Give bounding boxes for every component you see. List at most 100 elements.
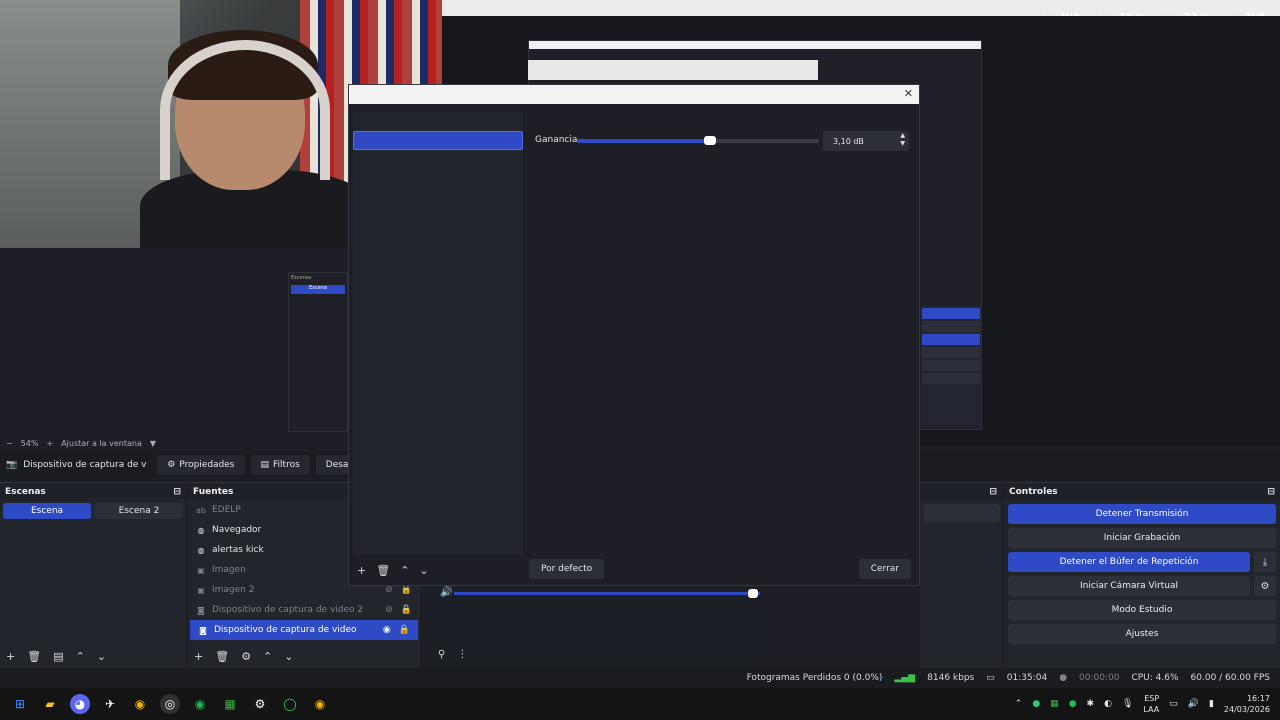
scenes-header: Escenas ⊟ [0, 483, 186, 500]
tray-app-icon[interactable]: ✱ [1087, 699, 1095, 709]
eye-icon[interactable]: ◉ [383, 625, 391, 635]
cpu-usage: CPU: 4.6% [1131, 673, 1179, 683]
stop-stream-button[interactable]: Detener Transmisión [1008, 504, 1276, 524]
nested-control-item [922, 373, 980, 384]
tray-app-icon[interactable]: ◐ [1104, 699, 1112, 709]
spin-down-icon[interactable]: ▼ [900, 140, 905, 148]
fps-status: 60.00 / 60.00 FPS [1190, 673, 1270, 683]
add-icon[interactable]: + [194, 650, 203, 663]
speaker-icon[interactable]: 🔊 [440, 587, 452, 598]
gear-icon[interactable]: ⚙ [1254, 576, 1276, 596]
spotify-icon[interactable]: ◉ [190, 694, 210, 714]
scene-item[interactable]: Escena 2 [95, 503, 183, 519]
stop-replay-button[interactable]: Detener el Búfer de Repetición [1008, 552, 1250, 572]
tray-app-icon[interactable]: ● [1069, 699, 1077, 709]
chrome-profile-icon[interactable]: ◉ [310, 694, 330, 714]
gain-slider-thumb[interactable] [704, 136, 717, 145]
file-explorer-icon[interactable]: ▰ [40, 694, 60, 714]
zoom-in-button[interactable]: + [46, 439, 53, 448]
add-icon[interactable]: + [357, 564, 366, 577]
source-item[interactable]: ◙ Dispositivo de captura de video 2 ⊘ 🔒 [188, 600, 420, 620]
trash-icon[interactable]: 🗑 [27, 650, 41, 663]
close-icon[interactable]: ✕ [904, 87, 913, 100]
obs-icon[interactable]: ◎ [160, 694, 180, 714]
default-button[interactable]: Por defecto [529, 559, 605, 579]
trash-icon[interactable]: 🗑 [215, 650, 229, 663]
chevron-down-icon[interactable]: ▼ [150, 439, 156, 448]
gain-slider[interactable] [577, 136, 819, 145]
sources-toolbar: + 🗑 ⚙ ⌃ ⌄ [188, 648, 294, 664]
close-button[interactable]: Cerrar [858, 559, 911, 579]
steam-icon[interactable]: ✈ [100, 694, 120, 714]
audio-mixer: 🔊 ⚲ ⋮ [430, 580, 766, 668]
save-replay-icon[interactable]: ⤓ [1254, 552, 1276, 572]
clock[interactable]: 16:17 24/03/2026 [1224, 693, 1270, 715]
lock-icon[interactable]: 🔒 [401, 585, 412, 595]
trash-icon[interactable]: 🗑 [376, 564, 390, 577]
nested-control-item [922, 321, 980, 332]
add-icon[interactable]: + [6, 650, 15, 663]
source-item-selected[interactable]: ◙ Dispositivo de captura de video ◉ 🔒 [190, 620, 418, 640]
scenes-toolbar: + 🗑 ▤ ⌃ ⌄ [0, 648, 106, 664]
nested-control-item [922, 347, 980, 358]
filter-icon[interactable]: ▤ [53, 650, 63, 663]
chevron-down-icon[interactable]: ⌄ [97, 650, 106, 663]
settings-app-icon[interactable]: ⚙ [250, 694, 270, 714]
status-bar: Fotogramas Perdidos 0 (0.0%) ▂▄▆ 8146 kb… [0, 668, 1280, 688]
volume-slider-thumb[interactable] [748, 589, 758, 598]
controls-header: Controles ⊟ [1004, 483, 1280, 500]
discord-icon[interactable]: ◕ [70, 694, 90, 714]
whatsapp-icon[interactable]: ◯ [280, 694, 300, 714]
filter-item-selected[interactable] [353, 131, 523, 150]
dock-menu-icon[interactable]: ⊟ [173, 487, 181, 497]
gain-spinbox[interactable]: 3,10 dB ▲ ▼ [823, 131, 909, 151]
link-icon[interactable]: ⚲ [438, 649, 445, 660]
minecraft-icon[interactable]: ▦ [220, 694, 240, 714]
transition-select[interactable] [924, 504, 1000, 522]
scene-item[interactable]: Escena [3, 503, 91, 519]
dock-menu-icon[interactable]: ⊟ [989, 487, 997, 497]
more-icon[interactable]: ⋮ [457, 649, 467, 660]
gear-icon: ⚙ [167, 460, 176, 470]
camera-icon: ◙ [199, 625, 207, 635]
filter-list [353, 111, 523, 555]
settings-button[interactable]: Ajustes [1008, 624, 1276, 644]
chevron-up-icon[interactable]: ⌃ [400, 564, 409, 577]
spin-up-icon[interactable]: ▲ [900, 132, 905, 140]
chevron-down-icon[interactable]: ⌄ [419, 564, 428, 577]
text-icon: ab [196, 505, 206, 515]
properties-button[interactable]: ⚙ Propiedades [157, 455, 245, 475]
start-vcam-button[interactable]: Iniciar Cámara Virtual [1008, 576, 1250, 596]
battery-icon[interactable]: ▮ [1209, 699, 1214, 709]
chevron-up-icon[interactable]: ⌃ [1015, 699, 1023, 709]
fit-window-button[interactable]: Ajustar a la ventana [61, 439, 142, 448]
chevron-up-icon[interactable]: ⌃ [76, 650, 85, 663]
windows-start-icon[interactable]: ⊞ [10, 694, 30, 714]
mini-scene-item: Escena [291, 285, 345, 294]
chrome-icon[interactable]: ◉ [130, 694, 150, 714]
network-icon[interactable]: ▭ [1169, 699, 1178, 709]
gear-icon[interactable]: ⚙ [241, 650, 251, 663]
volume-slider-track[interactable] [454, 592, 760, 595]
tray-app-icon[interactable]: ▦ [1050, 699, 1059, 709]
chevron-down-icon[interactable]: ⌄ [284, 650, 293, 663]
nested-scenes-mini: Escenas Escena [288, 272, 348, 432]
studio-mode-button[interactable]: Modo Estudio [1008, 600, 1276, 620]
chevron-up-icon[interactable]: ⌃ [263, 650, 272, 663]
gain-label: Ganancia [535, 135, 578, 145]
microphone-icon[interactable]: 🎙 [1122, 699, 1133, 709]
lock-icon[interactable]: 🔒 [399, 625, 410, 635]
eye-off-icon[interactable]: ⊘ [385, 585, 393, 595]
nested-preview-window-2 [528, 60, 818, 80]
lock-icon[interactable]: 🔒 [401, 605, 412, 615]
dock-menu-icon[interactable]: ⊟ [1267, 487, 1275, 497]
keyboard-language[interactable]: ESP LAA [1143, 693, 1159, 715]
zoom-out-button[interactable]: − [6, 439, 13, 448]
filters-dialog: ✕ Ganancia 3,10 dB ▲ ▼ + 🗑 ⌃ ⌄ Por defect… [348, 84, 920, 586]
volume-icon[interactable]: 🔊 [1188, 699, 1199, 709]
start-record-button[interactable]: Iniciar Grabación [1008, 528, 1276, 548]
eye-off-icon[interactable]: ⊘ [385, 605, 393, 615]
tray-app-icon[interactable]: ● [1032, 699, 1040, 709]
stream-time: 01:35:04 [1006, 673, 1048, 683]
filters-button[interactable]: ▤ Filtros [250, 455, 310, 475]
